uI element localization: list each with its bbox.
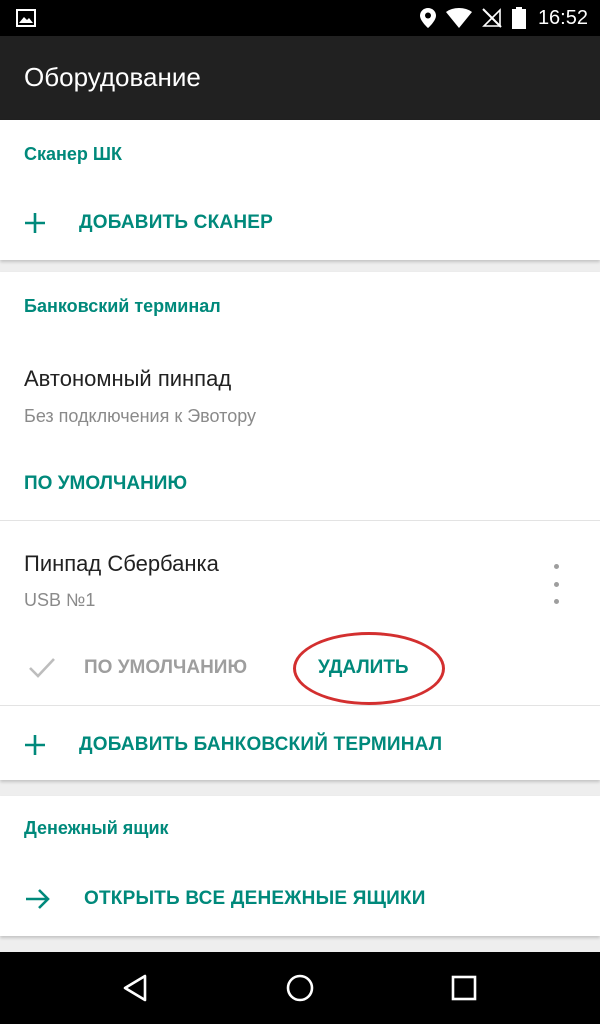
add-scanner-button[interactable]: ДОБАВИТЬ СКАНЕР: [24, 206, 273, 240]
app-bar: Оборудование: [0, 36, 600, 120]
cash-section-header: Денежный ящик: [24, 818, 169, 838]
device-name: Автономный пинпад: [24, 366, 232, 391]
plus-icon: [24, 728, 58, 762]
back-icon[interactable]: [114, 966, 158, 1010]
add-bank-terminal-label: ДОБАВИТЬ БАНКОВСКИЙ ТЕРМИНАЛ: [79, 734, 443, 755]
add-scanner-label: ДОБАВИТЬ СКАНЕР: [79, 212, 273, 233]
recents-icon[interactable]: [442, 966, 486, 1010]
navigation-bar: [0, 952, 600, 1024]
checkmark-icon: [28, 657, 56, 683]
cash-drawer-card: Денежный ящик ОТКРЫТЬ ВСЕ ДЕНЕЖНЫЕ ЯЩИКИ: [0, 796, 600, 936]
bank-terminal-card: Банковский терминал Автономный пинпад Бе…: [0, 272, 600, 780]
arrow-right-icon: [24, 882, 58, 916]
no-sim-icon: [482, 8, 502, 28]
open-all-drawers-label: ОТКРЫТЬ ВСЕ ДЕНЕЖНЫЕ ЯЩИКИ: [84, 888, 426, 909]
device-subtitle: Без подключения к Эвотору: [24, 406, 257, 426]
set-default-button[interactable]: ПО УМОЛЧАНИЮ: [24, 473, 187, 495]
scanner-section-header: Сканер ШК: [24, 144, 122, 164]
gallery-icon: [16, 9, 36, 31]
device-name: Пинпад Сбербанка: [24, 551, 219, 576]
status-bar: 16:52: [0, 0, 600, 36]
clock: 16:52: [537, 6, 588, 29]
home-icon[interactable]: [278, 966, 322, 1010]
bank-section-header: Банковский терминал: [24, 296, 221, 316]
location-icon: [419, 8, 436, 28]
divider: [0, 705, 600, 706]
default-status-label: ПО УМОЛЧАНИЮ: [84, 657, 248, 678]
wifi-icon: [445, 8, 472, 28]
add-bank-terminal-button[interactable]: ДОБАВИТЬ БАНКОВСКИЙ ТЕРМИНАЛ: [24, 728, 442, 762]
device-subtitle: USB №1: [24, 590, 96, 610]
page-title: Оборудование: [24, 62, 201, 92]
delete-button[interactable]: УДАЛИТЬ: [318, 657, 409, 679]
plus-icon: [24, 206, 58, 240]
scanner-card: Сканер ШК ДОБАВИТЬ СКАНЕР: [0, 120, 600, 260]
battery-icon: [511, 7, 526, 29]
divider: [0, 520, 600, 521]
open-all-drawers-button[interactable]: ОТКРЫТЬ ВСЕ ДЕНЕЖНЫЕ ЯЩИКИ: [24, 882, 426, 916]
overflow-menu-icon[interactable]: [544, 564, 568, 604]
